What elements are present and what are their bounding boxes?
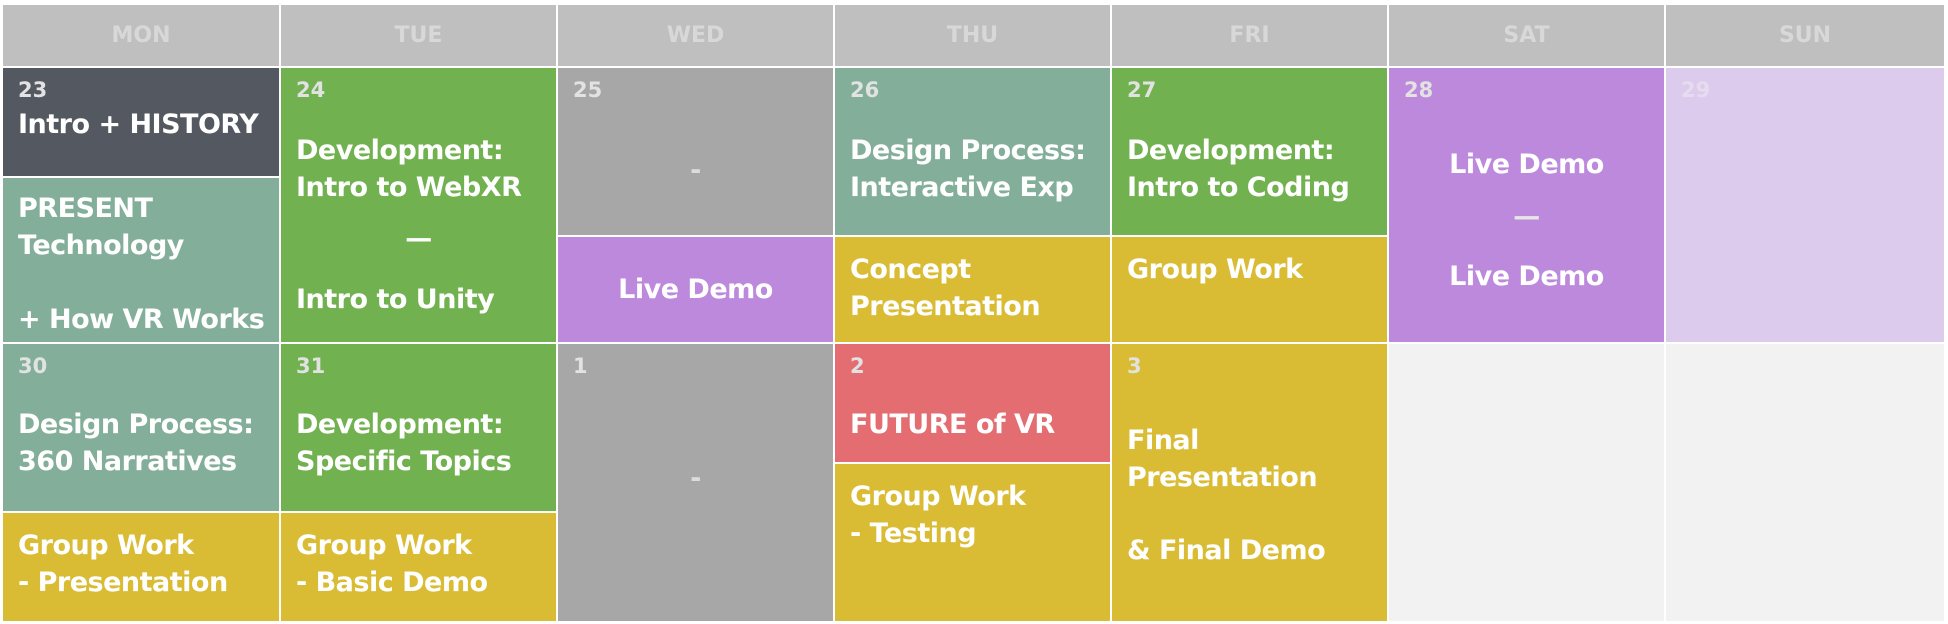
event-group-work-basic-demo[interactable]: Group Work - Basic Demo [281,513,556,621]
header-wed: WED [558,5,833,66]
event-title: - [690,155,701,186]
event-title: Group Work [1127,254,1303,285]
event-intro-coding[interactable]: 27 Development: Intro to Coding [1112,68,1387,235]
day-number: 26 [850,78,880,102]
event-title: Development: Intro to WebXR [296,135,522,203]
event-title: - [690,463,701,494]
day-cell-empty-sun[interactable] [1666,344,1944,621]
event-live-demo-weekend[interactable]: 28 Live Demo — Live Demo [1389,68,1664,342]
day-cell-29[interactable]: 29 [1666,68,1944,342]
event-title: Development: Specific Topics [296,409,512,477]
event-title: Group Work - Basic Demo [296,530,488,598]
event-title: FUTURE of VR [850,409,1055,440]
week-calendar: MON TUE WED THU FRI SAT SUN 23 Intro + H… [3,5,1944,621]
day-number: 27 [1127,78,1157,102]
day-number: 1 [573,354,588,378]
event-separator: — [405,223,432,254]
header-tue: TUE [281,5,556,66]
event-none[interactable]: 25 - [558,68,833,235]
event-title: Group Work - Presentation [18,530,228,598]
event-title-2: & Final Demo [1127,535,1326,566]
day-number: 3 [1127,354,1142,378]
day-number: 30 [18,354,48,378]
event-final-presentation[interactable]: 3 Final Presentation & Final Demo [1112,344,1387,621]
day-number: 24 [296,78,326,102]
event-title-2: Live Demo [1449,261,1604,292]
event-separator: — [1513,201,1540,232]
header-sat: SAT [1389,5,1664,66]
event-live-demo[interactable]: Live Demo [558,237,833,342]
event-group-work[interactable]: Group Work [1112,237,1387,342]
day-number: 25 [573,78,603,102]
event-title: Concept Presentation [850,254,1041,322]
day-number: 2 [850,354,865,378]
event-360-narratives[interactable]: 30 Design Process: 360 Narratives [3,344,279,511]
event-title: Design Process: Interactive Exp [850,135,1086,203]
event-group-work-presentation[interactable]: Group Work - Presentation [3,513,279,621]
day-number: 31 [296,354,326,378]
event-title: Development: Intro to Coding [1127,135,1350,203]
event-title: Live Demo [1449,149,1604,180]
header-sun: SUN [1666,5,1944,66]
day-number: 28 [1404,78,1434,102]
event-title: Live Demo [618,274,773,305]
event-title: Intro + HISTORY [18,109,259,140]
event-title: PRESENT Technology + How VR Works [18,193,265,335]
event-intro-webxr-unity[interactable]: 24 Development: Intro to WebXR — Intro t… [281,68,556,342]
day-number: 29 [1681,78,1711,102]
event-title: Final Presentation [1127,425,1318,493]
event-design-interactive[interactable]: 26 Design Process: Interactive Exp [835,68,1110,235]
header-fri: FRI [1112,5,1387,66]
header-thu: THU [835,5,1110,66]
event-title: Design Process: 360 Narratives [18,409,254,477]
header-mon: MON [3,5,279,66]
day-number: 23 [18,78,48,102]
day-cell-empty-sat[interactable] [1389,344,1664,621]
event-group-work-testing[interactable]: Group Work - Testing [835,464,1110,621]
event-title-2: Intro to Unity [296,284,495,315]
event-intro-history[interactable]: 23 Intro + HISTORY [3,68,279,176]
event-specific-topics[interactable]: 31 Development: Specific Topics [281,344,556,511]
event-none-2[interactable]: 1 - [558,344,833,621]
event-title: Group Work - Testing [850,481,1026,549]
event-concept-presentation[interactable]: Concept Presentation [835,237,1110,342]
event-present-technology[interactable]: PRESENT Technology + How VR Works [3,178,279,342]
event-future-of-vr[interactable]: 2 FUTURE of VR [835,344,1110,462]
